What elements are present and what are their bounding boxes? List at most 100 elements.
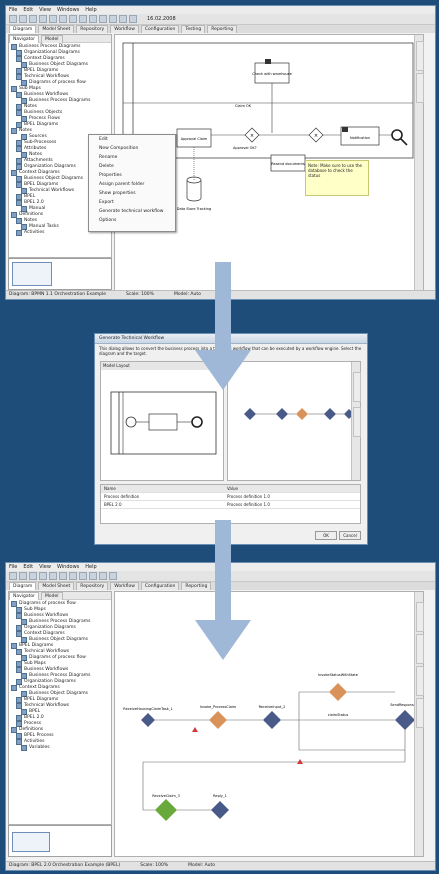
context-menu-item[interactable]: Export — [89, 198, 175, 207]
tab-model-sheet[interactable]: Model Sheet — [38, 25, 75, 33]
table-row[interactable]: BPEL 2.0 Process definition 1.0 — [101, 501, 360, 509]
reply-node[interactable] — [395, 710, 415, 730]
side-tab-problems[interactable] — [416, 698, 424, 728]
tab-workflow[interactable]: Workflow — [110, 25, 139, 33]
tree-item[interactable]: Variables — [11, 745, 109, 751]
zoom-out-icon[interactable] — [99, 572, 107, 580]
receive-node[interactable] — [141, 713, 155, 727]
menu-edit[interactable]: Edit — [23, 564, 33, 570]
tab-repository[interactable]: Repository — [76, 25, 109, 33]
connector-icon[interactable] — [119, 15, 127, 23]
side-tab-outline[interactable] — [416, 666, 424, 696]
menu-view[interactable]: View — [39, 564, 51, 570]
table-row[interactable]: Process definition Process definition 1.… — [101, 493, 360, 501]
status-diagram: Diagram: BPEL 2.0 Orchestration Example … — [9, 863, 121, 868]
folder-icon — [21, 745, 27, 751]
context-menu-item[interactable]: New Composition — [89, 144, 175, 153]
overview-thumbnail[interactable] — [8, 258, 112, 290]
data-store-shape[interactable] — [186, 176, 202, 202]
end-node[interactable] — [211, 801, 229, 819]
cancel-button[interactable]: Cancel — [339, 531, 361, 540]
tab-repository[interactable]: Repository — [76, 582, 109, 590]
tab-diagram[interactable]: Diagram — [9, 25, 37, 33]
cut-icon[interactable] — [39, 572, 47, 580]
context-menu-item[interactable]: Assign parent folder — [89, 180, 175, 189]
menu-help[interactable]: Help — [85, 7, 96, 13]
assign1-node[interactable] — [263, 711, 281, 729]
open-icon[interactable] — [19, 572, 27, 580]
tree-item-label: Activities — [24, 230, 45, 235]
context-menu-item[interactable]: Generate technical workflow — [89, 207, 175, 216]
menu-windows[interactable]: Windows — [57, 7, 79, 13]
undo-icon[interactable] — [69, 572, 77, 580]
zoom-out-icon[interactable] — [99, 15, 107, 23]
context-menu-item[interactable]: Show properties — [89, 189, 175, 198]
menu-file[interactable]: File — [9, 7, 17, 13]
menu-bar: File Edit View Windows Help — [6, 6, 435, 14]
menu-edit[interactable]: Edit — [23, 7, 33, 13]
tab-configuration[interactable]: Configuration — [140, 25, 180, 33]
undo-icon[interactable] — [69, 15, 77, 23]
save-icon[interactable] — [29, 572, 37, 580]
ok-button[interactable]: OK — [315, 531, 337, 540]
menu-help[interactable]: Help — [85, 564, 96, 570]
paste-icon[interactable] — [59, 15, 67, 23]
pointer-icon[interactable] — [109, 572, 117, 580]
redo-icon[interactable] — [79, 572, 87, 580]
tab-configuration[interactable]: Configuration — [140, 582, 180, 590]
save-icon[interactable] — [29, 15, 37, 23]
redo-icon[interactable] — [79, 15, 87, 23]
open-icon[interactable] — [19, 15, 27, 23]
menu-windows[interactable]: Windows — [57, 564, 79, 570]
tab-navigator[interactable]: Navigator — [9, 592, 40, 600]
pointer-icon[interactable] — [109, 15, 117, 23]
end-event-shape[interactable] — [391, 129, 403, 141]
copy-icon[interactable] — [49, 572, 57, 580]
side-tab-palette[interactable] — [416, 73, 424, 103]
side-tab-outline[interactable] — [353, 407, 361, 437]
down-arrow-icon — [195, 520, 251, 660]
cut-icon[interactable] — [39, 15, 47, 23]
tree-item-label: Variables — [29, 745, 50, 750]
paste-icon[interactable] — [59, 572, 67, 580]
grid-icon[interactable] — [129, 15, 137, 23]
zoom-in-icon[interactable] — [89, 572, 97, 580]
screenshot-diagram-editor: File Edit View Windows Help 16.02.2008 D… — [5, 5, 436, 300]
zoom-in-icon[interactable] — [89, 15, 97, 23]
right-side-tabs — [414, 35, 424, 290]
tab-navigator[interactable]: Navigator — [9, 35, 40, 43]
toolbar: 16.02.2008 — [6, 14, 435, 25]
tab-model[interactable]: Model — [41, 35, 63, 43]
assign2-node[interactable] — [155, 799, 177, 821]
tab-testing[interactable]: Testing — [181, 25, 206, 33]
tab-diagram[interactable]: Diagram — [9, 582, 37, 590]
context-menu-item[interactable]: Options — [89, 216, 175, 225]
copy-icon[interactable] — [49, 15, 57, 23]
overview-thumbnail[interactable] — [8, 825, 112, 857]
invoke2-node[interactable] — [329, 683, 347, 701]
down-arrow-icon — [195, 262, 251, 390]
tab-model[interactable]: Model — [41, 592, 63, 600]
model-tree: Diagrams of process flow Sub Maps Business… — [9, 600, 111, 752]
workflow-canvas[interactable]: ReceiveHousingClaimTask_1 Invoke_Process… — [114, 591, 424, 857]
annotation-note[interactable]: Note: Make sure to use the database to c… — [305, 160, 369, 196]
tab-reporting[interactable]: Reporting — [207, 25, 238, 33]
context-menu-item[interactable]: Delete — [89, 162, 175, 171]
new-icon[interactable] — [9, 572, 17, 580]
tab-model-sheet[interactable]: Model Sheet — [38, 582, 75, 590]
menu-view[interactable]: View — [39, 7, 51, 13]
context-menu-item[interactable]: Edit — [89, 135, 175, 144]
invoke1-node[interactable] — [209, 711, 227, 729]
side-tab-properties[interactable] — [353, 372, 361, 402]
mid-task-label: Resend documents — [271, 162, 305, 166]
side-tab-properties[interactable] — [416, 41, 424, 71]
end-task-label: Notification — [350, 136, 370, 140]
side-tab-palette[interactable] — [416, 634, 424, 664]
context-menu-item[interactable]: Properties — [89, 171, 175, 180]
side-tab-properties[interactable] — [416, 602, 424, 632]
menu-file[interactable]: File — [9, 564, 17, 570]
new-icon[interactable] — [9, 15, 17, 23]
status-diagram: Diagram: BPMN 1.1 Orchestration Example — [9, 292, 107, 297]
tab-workflow[interactable]: Workflow — [110, 582, 139, 590]
context-menu-item[interactable]: Rename — [89, 153, 175, 162]
